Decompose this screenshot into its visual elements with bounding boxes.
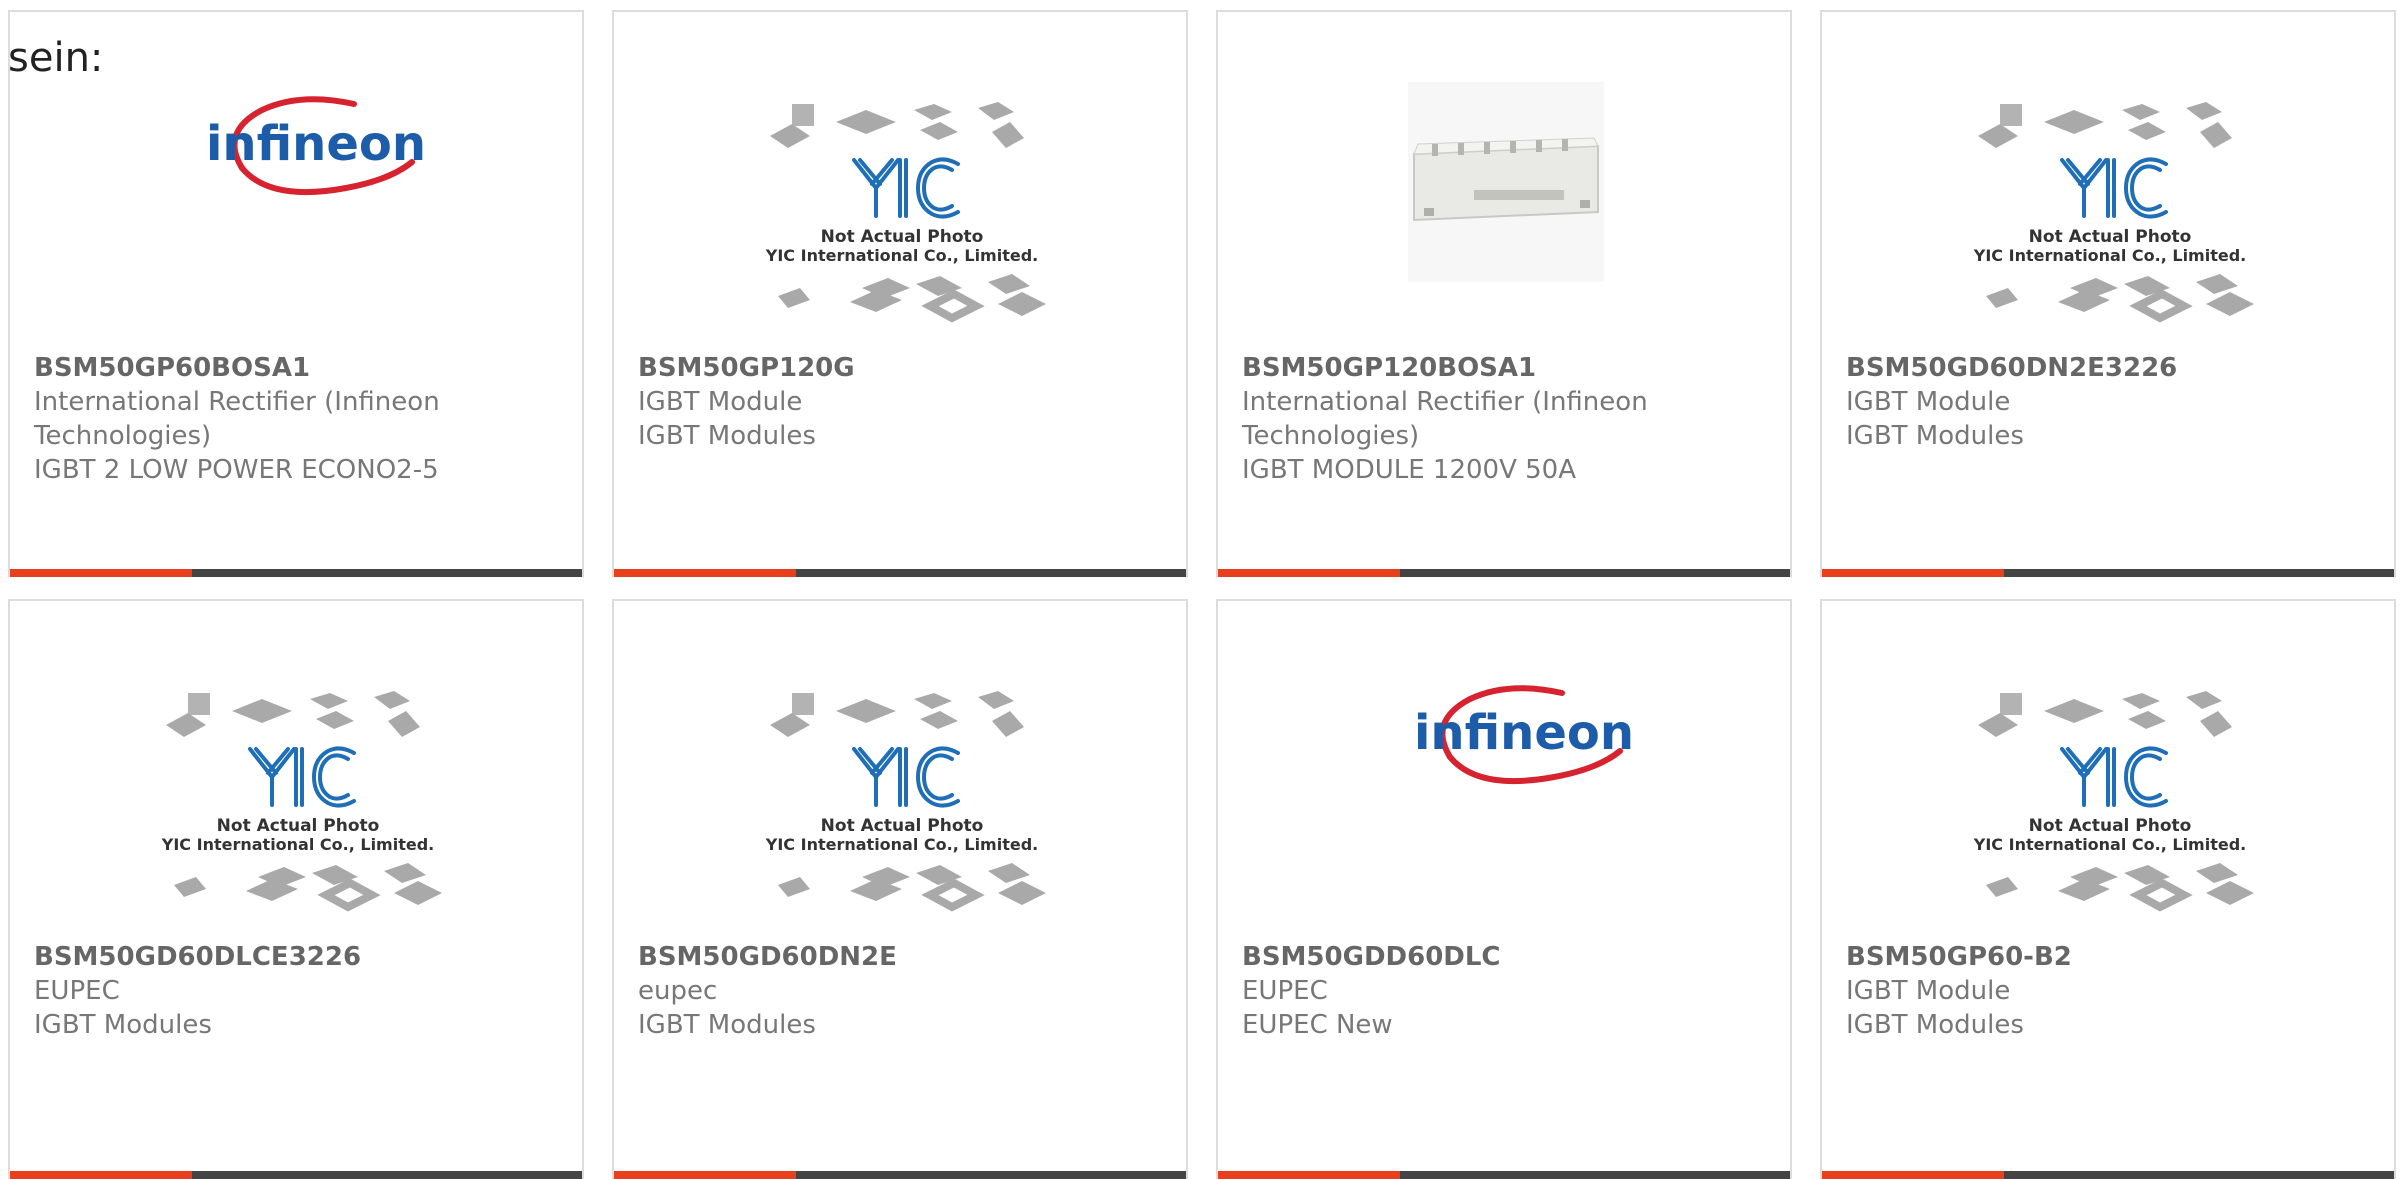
product-card[interactable]: Not Actual Photo YIC International Co., …: [612, 599, 1188, 1179]
product-line-1: IGBT Module: [1846, 976, 2011, 1006]
card-bottom-bar: [10, 569, 582, 577]
card-bottom-bar: [1822, 1171, 2394, 1179]
card-accent-bar: [10, 1171, 192, 1179]
part-number[interactable]: BSM50GP60BOSA1: [34, 351, 562, 385]
placeholder-caption-2: YIC International Co., Limited.: [1973, 835, 2246, 854]
product-image[interactable]: Not Actual Photo YIC International Co., …: [1822, 12, 2394, 352]
product-info: BSM50GD60DN2E eupec IGBT Modules: [638, 940, 1166, 1042]
part-number[interactable]: BSM50GDD60DLC: [1242, 940, 1770, 974]
card-bottom-bar: [1822, 569, 2394, 577]
product-line-1: IGBT Module: [638, 387, 803, 417]
card-accent-bar: [614, 569, 796, 577]
infineon-logo-text: infineon: [1414, 705, 1634, 761]
product-line-2: Technologies): [1242, 421, 1420, 451]
placeholder-caption-2: YIC International Co., Limited.: [1973, 246, 2246, 265]
card-bottom-bar: [614, 569, 1186, 577]
infineon-logo: infineon: [1414, 685, 1634, 785]
placeholder-caption-1: Not Actual Photo: [217, 816, 380, 836]
product-line-1: International Rectifier (Infineon: [34, 387, 440, 417]
placeholder-caption-1: Not Actual Photo: [821, 816, 984, 836]
product-image[interactable]: infineon: [1218, 601, 1790, 941]
product-info: BSM50GP60BOSA1 International Rectifier (…: [34, 351, 562, 487]
placeholder-caption-1: Not Actual Photo: [2029, 816, 2192, 836]
product-line-3: IGBT MODULE 1200V 50A: [1242, 455, 1577, 485]
placeholder-caption-1: Not Actual Photo: [821, 227, 984, 247]
card-bottom-bar: [1218, 1171, 1790, 1179]
product-card[interactable]: infineon BSM50GP60BOSA1 International Re…: [8, 10, 584, 577]
product-line-2: EUPEC New: [1242, 1010, 1393, 1040]
product-line-1: eupec: [638, 976, 718, 1006]
yic-placeholder-image: Not Actual Photo YIC International Co., …: [765, 691, 1046, 912]
product-image[interactable]: Not Actual Photo YIC International Co., …: [10, 601, 582, 941]
card-accent-bar: [1218, 1171, 1400, 1179]
part-number[interactable]: BSM50GD60DLCE3226: [34, 940, 562, 974]
product-line-2: IGBT Modules: [34, 1010, 212, 1040]
card-accent-bar: [1218, 569, 1400, 577]
product-info: BSM50GD60DN2E3226 IGBT Module IGBT Modul…: [1846, 351, 2374, 453]
part-number[interactable]: BSM50GP120G: [638, 351, 1166, 385]
yic-placeholder-image: Not Actual Photo YIC International Co., …: [161, 691, 442, 912]
product-info: BSM50GP120G IGBT Module IGBT Modules: [638, 351, 1166, 453]
intro-text: sein:: [8, 35, 104, 81]
card-accent-bar: [614, 1171, 796, 1179]
product-card[interactable]: infineon BSM50GDD60DLC EUPEC EUPEC New: [1216, 599, 1792, 1179]
product-image[interactable]: Not Actual Photo YIC International Co., …: [614, 12, 1186, 352]
product-line-2: IGBT Modules: [1846, 421, 2024, 451]
card-bottom-bar: [1218, 569, 1790, 577]
product-line-2: IGBT Modules: [638, 1010, 816, 1040]
igbt-module-photo: [1408, 82, 1604, 282]
product-card[interactable]: BSM50GP120BOSA1 International Rectifier …: [1216, 10, 1792, 577]
product-info: BSM50GP60-B2 IGBT Module IGBT Modules: [1846, 940, 2374, 1042]
product-line-3: IGBT 2 LOW POWER ECONO2-5: [34, 455, 439, 485]
infineon-logo-text: infineon: [206, 116, 426, 172]
card-bottom-bar: [614, 1171, 1186, 1179]
placeholder-caption-1: Not Actual Photo: [2029, 227, 2192, 247]
product-image[interactable]: [1218, 12, 1790, 352]
product-info: BSM50GP120BOSA1 International Rectifier …: [1242, 351, 1770, 487]
placeholder-caption-2: YIC International Co., Limited.: [765, 835, 1038, 854]
part-number[interactable]: BSM50GP120BOSA1: [1242, 351, 1770, 385]
part-number[interactable]: BSM50GD60DN2E: [638, 940, 1166, 974]
product-info: BSM50GDD60DLC EUPEC EUPEC New: [1242, 940, 1770, 1042]
product-card[interactable]: Not Actual Photo YIC International Co., …: [8, 599, 584, 1179]
placeholder-caption-2: YIC International Co., Limited.: [765, 246, 1038, 265]
part-number[interactable]: BSM50GD60DN2E3226: [1846, 351, 2374, 385]
product-line-1: EUPEC: [34, 976, 120, 1006]
card-accent-bar: [1822, 1171, 2004, 1179]
product-line-1: EUPEC: [1242, 976, 1328, 1006]
product-image[interactable]: Not Actual Photo YIC International Co., …: [1822, 601, 2394, 941]
yic-placeholder-image: Not Actual Photo YIC International Co., …: [1973, 691, 2254, 912]
product-line-2: IGBT Modules: [638, 421, 816, 451]
part-number[interactable]: BSM50GP60-B2: [1846, 940, 2374, 974]
placeholder-caption-2: YIC International Co., Limited.: [161, 835, 434, 854]
product-card[interactable]: Not Actual Photo YIC International Co., …: [612, 10, 1188, 577]
product-card[interactable]: Not Actual Photo YIC International Co., …: [1820, 10, 2396, 577]
yic-placeholder-image: Not Actual Photo YIC International Co., …: [765, 102, 1046, 323]
product-line-2: IGBT Modules: [1846, 1010, 2024, 1040]
yic-placeholder-image: Not Actual Photo YIC International Co., …: [1973, 102, 2254, 323]
product-image[interactable]: Not Actual Photo YIC International Co., …: [614, 601, 1186, 941]
product-grid: infineon BSM50GP60BOSA1 International Re…: [0, 0, 2407, 1179]
card-accent-bar: [1822, 569, 2004, 577]
card-accent-bar: [10, 569, 192, 577]
product-info: BSM50GD60DLCE3226 EUPEC IGBT Modules: [34, 940, 562, 1042]
product-line-1: International Rectifier (Infineon: [1242, 387, 1648, 417]
product-line-2: Technologies): [34, 421, 212, 451]
product-line-1: IGBT Module: [1846, 387, 2011, 417]
card-bottom-bar: [10, 1171, 582, 1179]
product-card[interactable]: Not Actual Photo YIC International Co., …: [1820, 599, 2396, 1179]
